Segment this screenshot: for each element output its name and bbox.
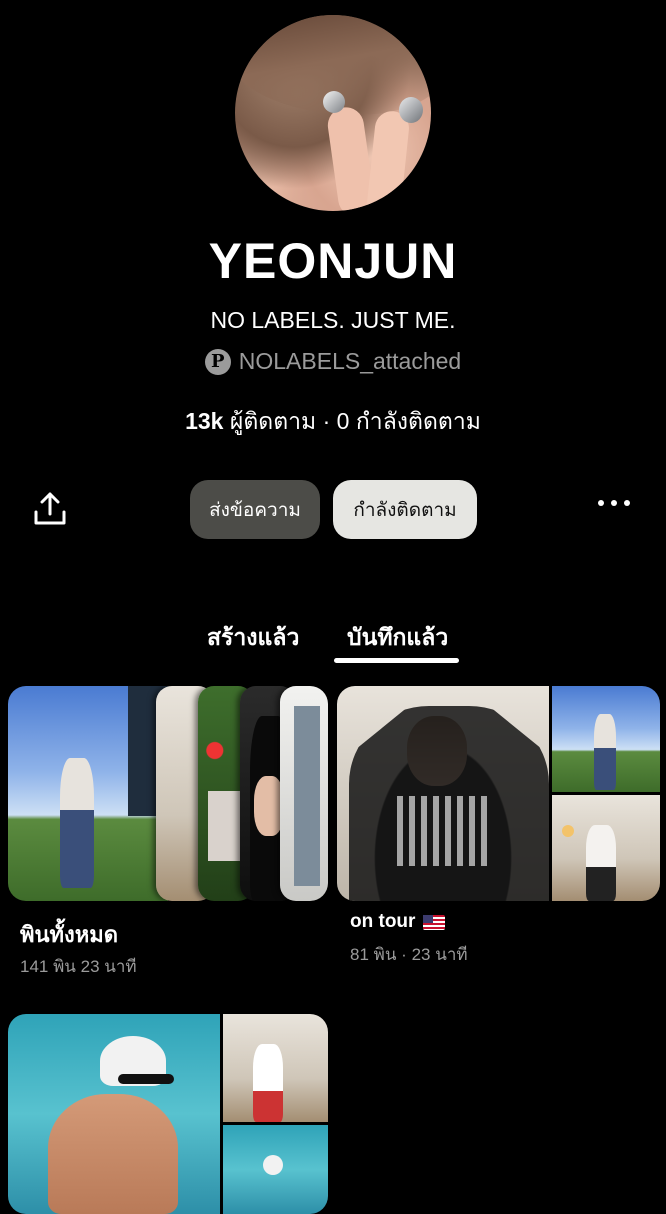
following-count: 0 bbox=[336, 408, 350, 434]
us-flag-icon bbox=[423, 914, 446, 930]
board-title: พินทั้งหมด bbox=[20, 922, 119, 947]
pin-thumbnail bbox=[223, 1014, 328, 1122]
pin-thumbnail bbox=[552, 686, 660, 792]
pin-thumbnail bbox=[223, 1125, 328, 1214]
follow-stats[interactable]: 13k ผู้ติดตาม · 0 กำลังติดตาม bbox=[0, 404, 666, 440]
following-button[interactable]: กำลังติดตาม bbox=[333, 480, 477, 539]
following-label: กำลังติดตาม bbox=[355, 408, 481, 434]
stats-separator: · bbox=[322, 408, 331, 434]
active-tab-indicator bbox=[334, 658, 459, 663]
board-title: on tour bbox=[350, 911, 446, 933]
board-meta: 81 พิน · 23 นาที bbox=[350, 945, 468, 964]
pin-thumbnail bbox=[8, 686, 168, 901]
board-all-pins[interactable] bbox=[8, 686, 328, 901]
message-button[interactable]: ส่งข้อความ bbox=[190, 480, 320, 539]
pin-thumbnail bbox=[552, 795, 660, 901]
profile-name: YEONJUN bbox=[208, 233, 458, 289]
followers-label: ผู้ติดตาม bbox=[229, 408, 317, 434]
pinterest-logo-icon: P bbox=[204, 348, 231, 375]
tab-saved[interactable]: บันทึกแล้ว bbox=[347, 620, 448, 656]
tab-created[interactable]: สร้างแล้ว bbox=[207, 620, 299, 656]
board-on-tour[interactable] bbox=[337, 686, 660, 901]
pin-thumbnail bbox=[8, 1014, 220, 1214]
board-meta: 141 พิน 23 นาที bbox=[20, 957, 137, 976]
handle-text: NOLABELS_attached bbox=[238, 348, 462, 374]
profile-avatar[interactable] bbox=[235, 15, 431, 211]
share-icon[interactable] bbox=[30, 490, 70, 530]
pin-thumbnail bbox=[280, 686, 328, 901]
more-options-icon[interactable] bbox=[598, 500, 630, 506]
board-pool[interactable] bbox=[8, 1014, 328, 1214]
followers-count: 13k bbox=[185, 408, 224, 434]
pin-thumbnail bbox=[337, 686, 549, 901]
profile-handle[interactable]: P NOLABELS_attached bbox=[0, 348, 666, 375]
profile-bio: NO LABELS. JUST ME. bbox=[210, 307, 456, 333]
